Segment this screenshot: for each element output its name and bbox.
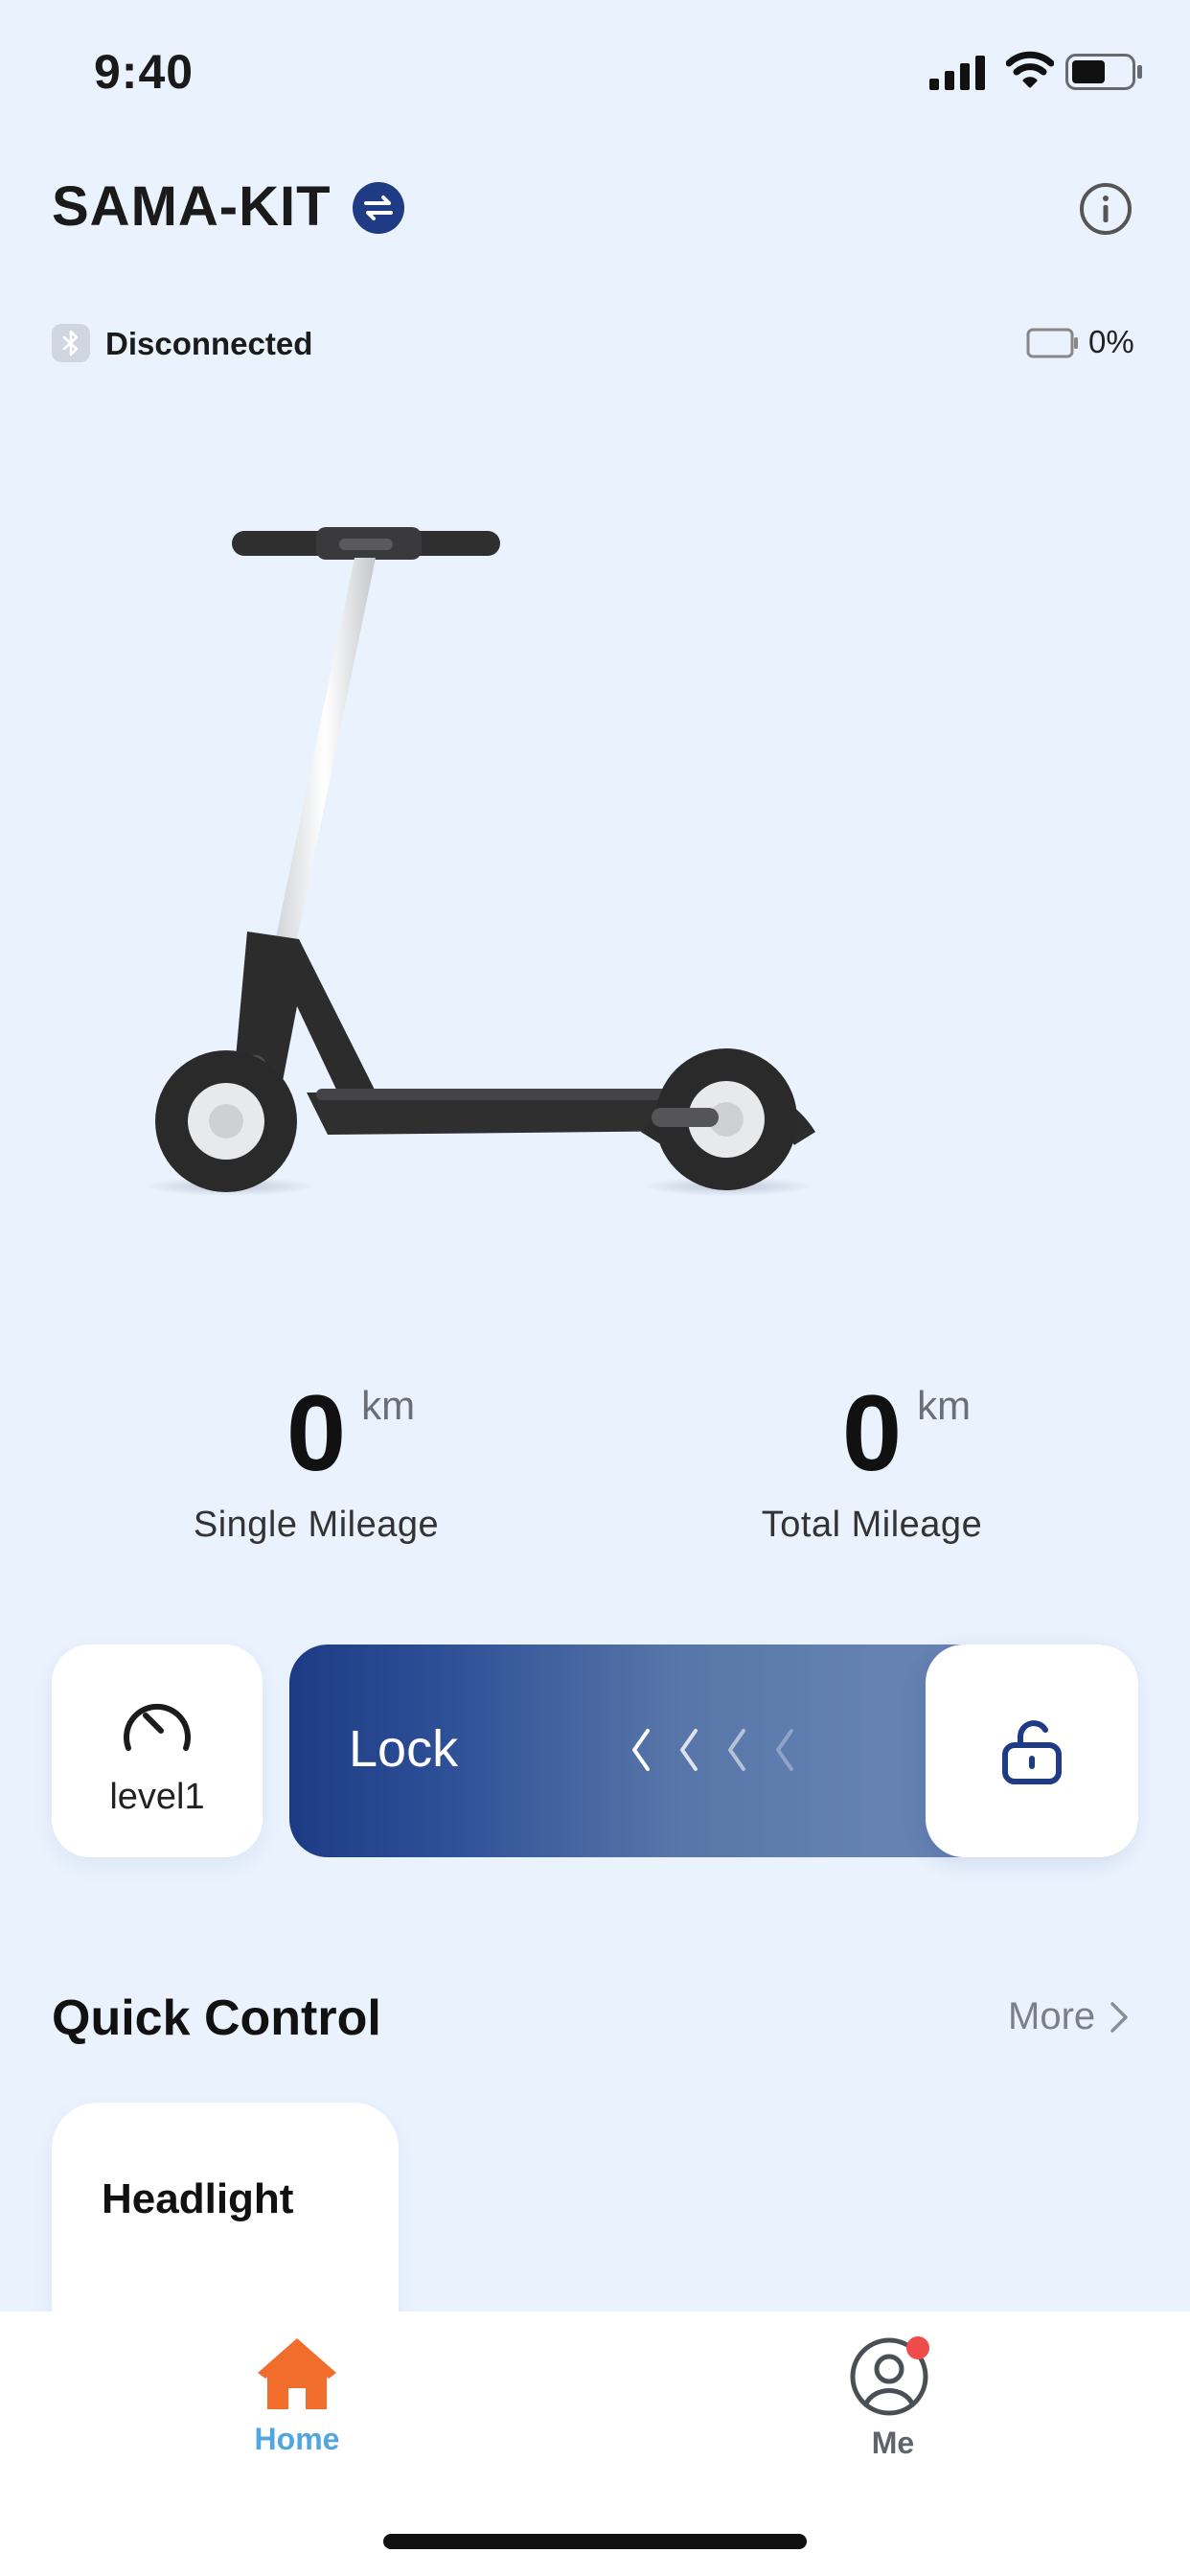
switch-device-button[interactable] (353, 182, 404, 234)
unlock-icon (1002, 1720, 1062, 1784)
bluetooth-icon (62, 330, 79, 356)
home-icon (258, 2338, 336, 2409)
tab-home[interactable]: Home (172, 2334, 422, 2457)
tab-me[interactable]: Me (768, 2334, 1018, 2461)
speedometer-icon (124, 1703, 191, 1751)
more-label: More (1008, 1995, 1096, 2037)
device-title: SAMA-KIT (52, 175, 332, 238)
wifi-icon (1006, 51, 1054, 88)
single-mileage-unit: km (361, 1383, 416, 1428)
total-mileage: 0 km Total Mileage (671, 1380, 1073, 1546)
connection-status: Disconnected (105, 326, 313, 361)
home-indicator (383, 2534, 807, 2549)
chevron-left-icon (632, 1729, 793, 1771)
switch-icon (364, 196, 393, 220)
notification-badge (906, 2336, 929, 2359)
single-mileage-label: Single Mileage (193, 1505, 440, 1545)
scooter-image (144, 527, 816, 1196)
signal-icon (929, 56, 985, 90)
speed-level-label: level1 (109, 1777, 205, 1817)
quick-control-title: Quick Control (52, 1990, 381, 2046)
status-time: 9:40 (94, 45, 195, 99)
headlight-label: Headlight (102, 2175, 294, 2222)
total-mileage-label: Total Mileage (761, 1505, 983, 1545)
tab-me-label: Me (871, 2426, 915, 2460)
single-mileage: 0 km Single Mileage (115, 1380, 517, 1546)
info-icon[interactable] (1079, 182, 1133, 236)
bluetooth-status-chip (52, 324, 90, 362)
battery-percent: 0% (1088, 324, 1134, 359)
total-mileage-unit: km (917, 1383, 972, 1428)
battery-outline-icon (1026, 328, 1078, 358)
speed-level-button[interactable]: level1 (52, 1644, 263, 1857)
user-icon (850, 2336, 929, 2416)
single-mileage-value: 0 km (286, 1373, 416, 1493)
chevron-right-icon (1110, 2001, 1128, 2033)
lock-label: Lock (349, 1720, 459, 1778)
lock-slider-handle[interactable] (926, 1644, 1138, 1857)
battery-icon (1065, 54, 1142, 90)
tab-home-label: Home (254, 2422, 340, 2456)
total-mileage-value: 0 km (841, 1373, 972, 1493)
more-link[interactable]: More (1008, 1995, 1130, 2038)
